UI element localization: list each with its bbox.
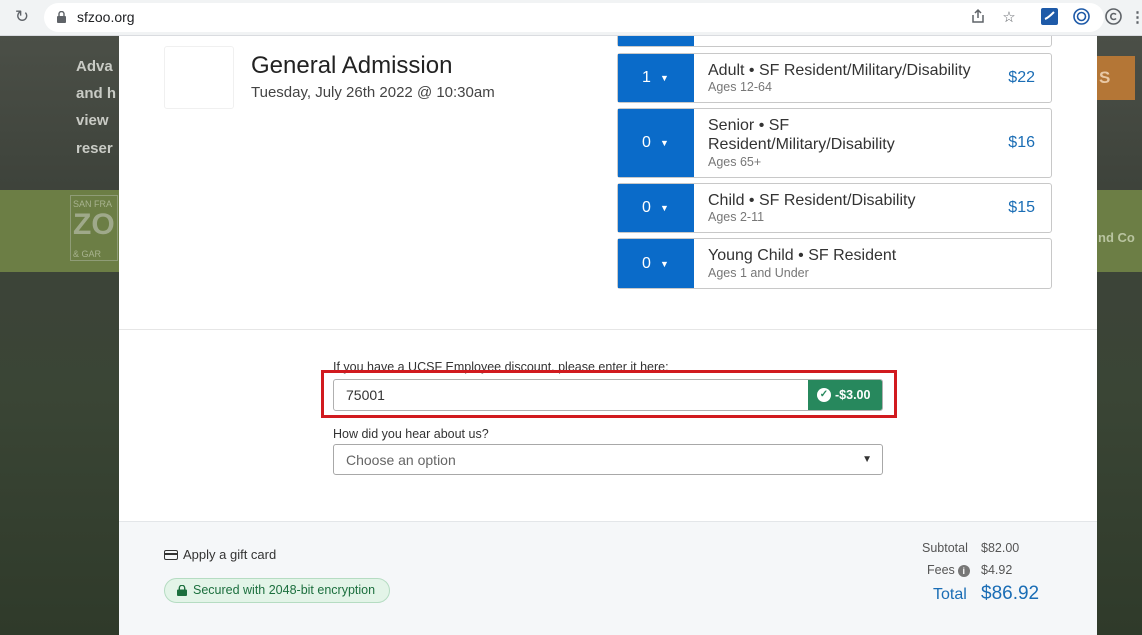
ticket-ages: Ages 65+ — [708, 155, 762, 169]
bookmark-star-icon[interactable]: ☆ — [999, 8, 1019, 28]
ticket-ages: Ages 1 and Under — [708, 266, 809, 280]
backdrop-text: Adva — [76, 58, 113, 75]
ticket-row: 0 ▼ Child • SF Resident/Disability Ages … — [617, 183, 1052, 233]
backdrop-text: view — [76, 112, 109, 129]
ticket-ages: Ages 2-11 — [708, 210, 765, 224]
referral-placeholder: Choose an option — [346, 452, 456, 468]
ticket-row: 0 ▼ Young Child • SF Resident Ages 1 and… — [617, 238, 1052, 289]
share-icon[interactable] — [968, 8, 988, 28]
highlight-box — [321, 370, 897, 418]
referral-label: How did you hear about us? — [333, 427, 489, 441]
total-value: $86.92 — [981, 583, 1040, 604]
extension-icon[interactable] — [1039, 8, 1059, 28]
backdrop-text: reser — [76, 140, 113, 157]
address-bar[interactable]: sfzoo.org — [44, 3, 1104, 32]
lock-icon — [57, 11, 66, 23]
quantity-select[interactable]: 1 ▼ — [618, 54, 694, 102]
caret-down-icon: ▼ — [660, 73, 669, 83]
info-icon[interactable]: i — [957, 565, 970, 577]
quantity-select[interactable]: 0 ▼ — [618, 239, 694, 288]
reload-icon[interactable]: ↻ — [12, 7, 32, 27]
ticket-ages: Ages 12-64 — [708, 80, 772, 94]
ticket-row — [617, 36, 1052, 47]
extension-icon[interactable] — [1071, 8, 1091, 28]
ticket-price: $22 — [1008, 69, 1035, 86]
backdrop-text: nd Co — [1098, 230, 1135, 245]
caret-down-icon: ▼ — [660, 203, 669, 213]
extension-icon[interactable] — [1103, 8, 1123, 28]
section-divider — [119, 329, 1097, 330]
url-text: sfzoo.org — [77, 9, 135, 25]
backdrop-text: and h — [76, 85, 116, 102]
ticket-name: Senior • SF Resident/Military/Disability — [708, 117, 895, 153]
order-summary-footer: Apply a gift card Secured with 2048-bit … — [119, 521, 1097, 635]
caret-down-icon: ▼ — [660, 138, 669, 148]
lock-icon — [177, 585, 187, 596]
ticket-name: Child • SF Resident/Disability — [708, 192, 916, 209]
zoo-logo: SAN FRA ZO & GAR — [70, 195, 118, 261]
caret-down-icon: ▼ — [660, 258, 669, 269]
menu-icon[interactable]: ⋮ — [1130, 8, 1142, 28]
ticket-price: $15 — [1008, 199, 1035, 216]
event-title: General Admission — [251, 52, 453, 79]
total-label: Total — [933, 586, 967, 603]
event-date: Tuesday, July 26th 2022 @ 10:30am — [251, 84, 495, 101]
ticket-name: Young Child • SF Resident — [708, 247, 897, 264]
security-badge: Secured with 2048-bit encryption — [164, 578, 391, 603]
ticket-name: Adult • SF Resident/Military/Disability — [708, 62, 971, 79]
fees-value: $4.92 — [981, 563, 1013, 577]
quantity-select[interactable] — [618, 36, 694, 46]
ticket-row: 0 ▼ Senior • SF Resident/Military/Disabi… — [617, 108, 1052, 178]
browser-toolbar: ↻ sfzoo.org ☆ ⋮ — [0, 0, 1142, 36]
event-thumbnail — [164, 46, 234, 109]
referral-select[interactable]: Choose an option ▼ — [333, 444, 883, 475]
apply-gift-card-link[interactable]: Apply a gift card — [164, 547, 276, 562]
subtotal-value: $82.00 — [981, 541, 1020, 555]
ticket-row: 1 ▼ Adult • SF Resident/Military/Disabil… — [617, 53, 1052, 103]
quantity-select[interactable]: 0 ▼ — [618, 109, 694, 177]
quantity-select[interactable]: 0 ▼ — [618, 184, 694, 232]
backdrop-button: S — [1097, 56, 1135, 100]
checkout-modal: General Admission Tuesday, July 26th 202… — [119, 36, 1097, 635]
ticket-price: $16 — [1008, 134, 1035, 151]
fees-label: Fees i — [927, 563, 970, 577]
caret-down-icon: ▼ — [862, 454, 872, 465]
subtotal-label: Subtotal — [922, 541, 968, 555]
credit-card-icon — [164, 550, 178, 560]
